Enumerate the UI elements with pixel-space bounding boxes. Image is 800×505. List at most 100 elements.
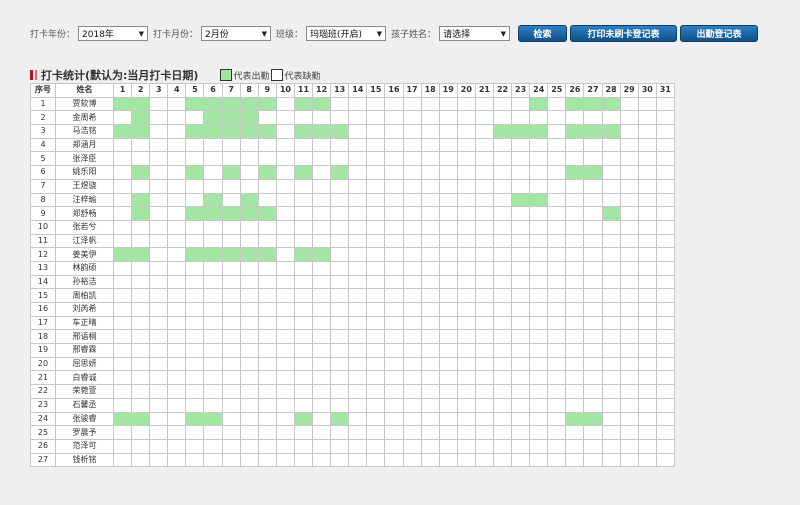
print-unswiped-button[interactable]: 打印未刷卡登记表 <box>570 25 678 42</box>
attendance-cell-absent <box>149 329 169 345</box>
attendance-cell-absent <box>239 288 259 303</box>
attendance-cell-absent <box>402 110 422 126</box>
table-header-row: 序号 姓名 1 2 3 4 5 6 7 8 9 10 11 12 13 14 15 16 17 18 19 20 21 2… <box>30 83 675 98</box>
row-index: 7 <box>30 178 56 194</box>
attendance-cell-absent <box>402 452 422 468</box>
attendance-cell-present <box>131 192 151 208</box>
attendance-cell-absent <box>149 274 169 290</box>
attendance-cell-absent <box>438 452 458 468</box>
attendance-cell-absent <box>438 370 458 386</box>
attendance-cell-absent <box>565 452 585 468</box>
attendance-cell-absent <box>456 178 476 194</box>
attendance-cell-absent <box>149 315 169 331</box>
year-select[interactable]: 2018年 ▼ <box>78 26 149 41</box>
attendance-cell-absent <box>420 274 440 290</box>
attendance-cell-absent <box>221 411 241 427</box>
attendance-cell-absent <box>438 137 458 153</box>
attendance-cell-absent <box>185 137 205 153</box>
attendance-cell-absent <box>348 137 368 153</box>
attendance-cell-absent <box>492 370 513 386</box>
attendance-cell-absent <box>402 302 422 317</box>
search-button[interactable]: 检索 <box>518 25 568 42</box>
attendance-cell-absent <box>474 356 494 372</box>
attendance-cell-absent <box>348 219 368 235</box>
month-select[interactable]: 2月份 ▼ <box>201 26 272 41</box>
attendance-cell-absent <box>366 219 386 235</box>
attendance-cell-absent <box>275 370 295 386</box>
attendance-cell-absent <box>312 178 332 194</box>
attendance-cell-present <box>529 192 549 208</box>
attendance-cell-absent <box>438 425 458 440</box>
attendance-cell-absent <box>131 370 151 386</box>
attendance-cell-absent <box>547 219 567 235</box>
attendance-cell-absent <box>565 247 585 262</box>
child-name: 姜美伊 <box>55 247 114 262</box>
attendance-cell-absent <box>619 165 639 180</box>
attendance-cell-absent <box>456 151 476 167</box>
header-index: 序号 <box>30 83 56 98</box>
attendance-cell-absent <box>112 438 133 454</box>
attendance-cell-absent <box>601 192 621 208</box>
attendance-cell-absent <box>112 137 133 153</box>
attendance-cell-present <box>185 206 205 221</box>
attendance-cell-absent <box>655 329 675 345</box>
attendance-cell-absent <box>185 192 205 208</box>
attendance-cell-absent <box>167 302 187 317</box>
attendance-cell-present <box>583 96 603 112</box>
attendance-cell-present <box>112 96 133 112</box>
attendance-cell-absent <box>366 343 386 358</box>
attendance-cell-absent <box>312 438 332 454</box>
attendance-cell-absent <box>565 384 585 399</box>
attendance-cell-absent <box>203 452 223 468</box>
child-name: 屈思妍 <box>55 356 114 372</box>
attendance-cell-absent <box>239 315 259 331</box>
attendance-cell-absent <box>131 233 151 249</box>
attendance-cell-absent <box>492 206 513 221</box>
attendance-cell-absent <box>149 151 169 167</box>
attendance-cell-absent <box>456 452 476 468</box>
attendance-cell-absent <box>637 219 657 235</box>
class-select[interactable]: 玛瑙班(开启) ▼ <box>306 26 387 41</box>
attendance-cell-absent <box>637 192 657 208</box>
attendance-cell-absent <box>601 452 621 468</box>
attendance-cell-absent <box>149 192 169 208</box>
attendance-register-button[interactable]: 出勤登记表 <box>680 25 759 42</box>
attendance-cell-absent <box>348 343 368 358</box>
attendance-cell-absent <box>293 384 314 399</box>
attendance-cell-absent <box>131 315 151 331</box>
attendance-cell-absent <box>384 356 404 372</box>
attendance-cell-absent <box>312 356 332 372</box>
attendance-cell-absent <box>474 165 494 180</box>
attendance-cell-absent <box>655 110 675 126</box>
attendance-cell-absent <box>330 356 350 372</box>
attendance-cell-absent <box>619 137 639 153</box>
attendance-cell-absent <box>131 438 151 454</box>
attendance-cell-absent <box>438 247 458 262</box>
attendance-cell-absent <box>330 178 350 194</box>
attendance-cell-absent <box>312 343 332 358</box>
attendance-cell-present <box>257 206 277 221</box>
attendance-cell-absent <box>384 137 404 153</box>
attendance-cell-absent <box>583 206 603 221</box>
attendance-cell-present <box>601 96 621 112</box>
attendance-cell-absent <box>511 233 531 249</box>
attendance-cell-absent <box>529 178 549 194</box>
attendance-cell-absent <box>275 438 295 454</box>
row-index: 13 <box>30 260 56 276</box>
attendance-cell-absent <box>131 397 151 413</box>
attendance-cell-absent <box>330 137 350 153</box>
attendance-cell-absent <box>312 206 332 221</box>
table-row: 25 罗晨予 <box>30 425 675 440</box>
day-header: 19 <box>438 83 458 98</box>
attendance-cell-absent <box>330 315 350 331</box>
attendance-cell-absent <box>583 397 603 413</box>
child-select[interactable]: 请选择 ▼ <box>439 26 511 41</box>
attendance-cell-absent <box>257 356 277 372</box>
attendance-cell-absent <box>185 452 205 468</box>
attendance-cell-absent <box>492 192 513 208</box>
attendance-cell-absent <box>547 438 567 454</box>
attendance-cell-absent <box>402 260 422 276</box>
attendance-cell-absent <box>547 370 567 386</box>
attendance-cell-absent <box>239 151 259 167</box>
attendance-cell-absent <box>293 233 314 249</box>
